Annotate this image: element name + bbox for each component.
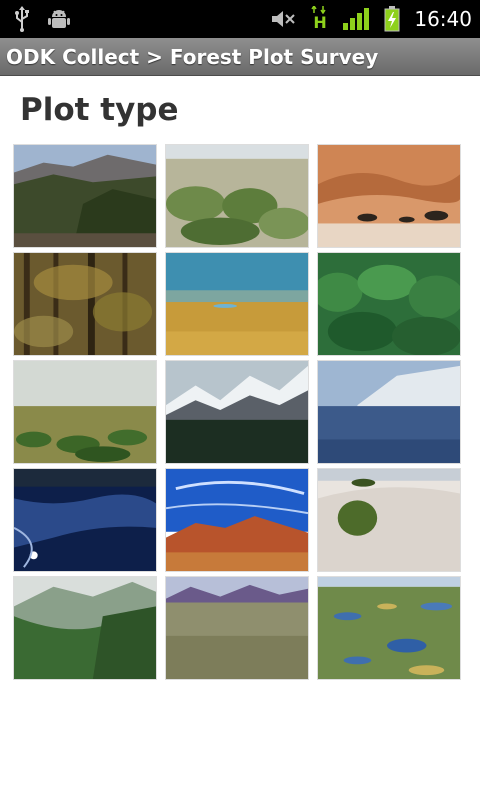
status-bar-right: H 16:40 [270, 0, 472, 38]
battery-charging-icon [384, 6, 400, 32]
choice-image-15[interactable] [317, 576, 461, 680]
choice-image-9[interactable] [317, 360, 461, 464]
choice-image-10[interactable] [13, 468, 157, 572]
choice-image-3[interactable] [317, 144, 461, 248]
choice-image-14[interactable] [165, 576, 309, 680]
plot-type-image-grid [13, 144, 461, 680]
choice-image-2[interactable] [165, 144, 309, 248]
choice-image-12[interactable] [317, 468, 461, 572]
usb-icon [15, 6, 29, 32]
hspa-data-icon: H [310, 6, 328, 32]
choice-image-5[interactable] [165, 252, 309, 356]
choice-image-11[interactable] [165, 468, 309, 572]
question-label: Plot type [20, 92, 179, 128]
choice-image-7[interactable] [13, 360, 157, 464]
choice-image-6[interactable] [317, 252, 461, 356]
choice-image-13[interactable] [13, 576, 157, 680]
network-type-label: H [313, 13, 327, 32]
android-debug-icon [48, 10, 70, 28]
status-bar-left [14, 0, 70, 38]
status-bar: H 16:40 [0, 0, 480, 38]
choice-image-4[interactable] [13, 252, 157, 356]
volume-muted-icon [272, 11, 296, 27]
signal-strength-icon [343, 8, 370, 30]
status-time: 16:40 [414, 7, 472, 31]
app-title-bar: ODK Collect > Forest Plot Survey [0, 38, 480, 76]
choice-image-1[interactable] [13, 144, 157, 248]
choice-image-8[interactable] [165, 360, 309, 464]
app-title: ODK Collect > Forest Plot Survey [6, 44, 379, 69]
